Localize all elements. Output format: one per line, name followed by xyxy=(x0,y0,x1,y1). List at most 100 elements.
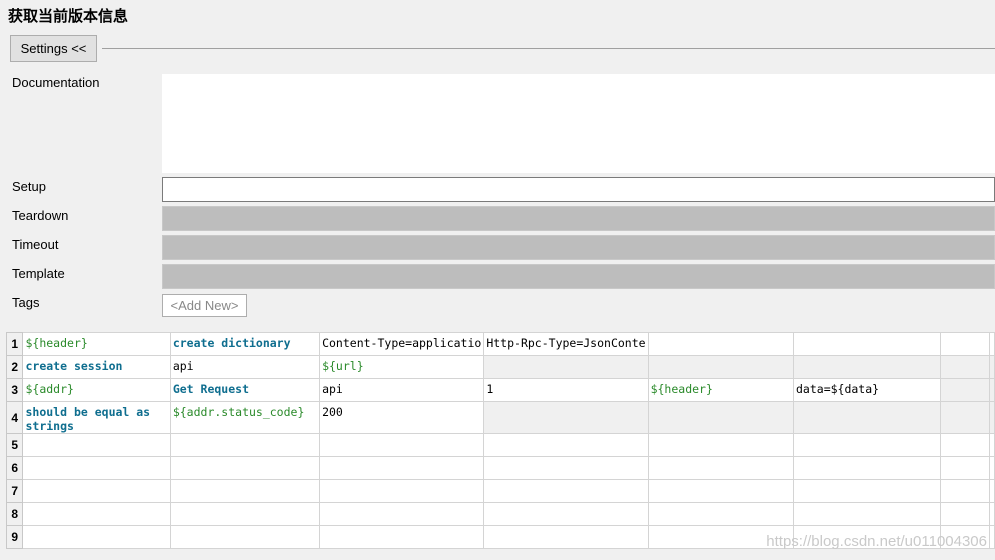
grid-cell[interactable] xyxy=(989,456,995,480)
watermark: https://blog.csdn.net/u011004306 xyxy=(766,533,987,550)
add-new-tag-button[interactable]: <Add New> xyxy=(162,294,247,317)
grid-cell[interactable] xyxy=(647,332,795,356)
grid-cell[interactable] xyxy=(647,456,795,480)
grid-cell[interactable]: ${header} xyxy=(647,378,795,402)
grid-cell[interactable] xyxy=(169,525,321,549)
grid-cell[interactable] xyxy=(989,479,995,503)
grid-cell[interactable]: 200 xyxy=(319,401,485,434)
grid-cell[interactable] xyxy=(939,502,991,526)
grid-cell[interactable] xyxy=(793,332,941,356)
timeout-label: Timeout xyxy=(12,237,59,252)
grid-cell[interactable] xyxy=(939,433,991,457)
grid-cell[interactable]: Get Request xyxy=(169,378,321,402)
grid-cell[interactable] xyxy=(989,433,995,457)
grid-cell[interactable] xyxy=(319,433,485,457)
grid-cell[interactable] xyxy=(989,355,995,379)
grid-cell[interactable]: data=${data} xyxy=(793,378,941,402)
row-number[interactable]: 7 xyxy=(5,479,24,503)
grid-cell[interactable] xyxy=(483,502,649,526)
grid-cell[interactable] xyxy=(793,355,941,379)
tags-label: Tags xyxy=(12,295,40,310)
grid-cell[interactable] xyxy=(647,479,795,503)
grid-cell[interactable] xyxy=(319,525,485,549)
grid-cell[interactable] xyxy=(483,479,649,503)
grid-cell[interactable] xyxy=(989,502,995,526)
row-number[interactable]: 5 xyxy=(5,433,24,457)
grid-cell[interactable] xyxy=(989,401,995,434)
row-number[interactable]: 8 xyxy=(5,502,24,526)
grid-cell[interactable] xyxy=(939,456,991,480)
grid-cell[interactable] xyxy=(939,355,991,379)
setup-label: Setup xyxy=(12,179,46,194)
grid-cell[interactable] xyxy=(647,502,795,526)
grid-cell[interactable] xyxy=(939,332,991,356)
grid-cell[interactable]: ${url} xyxy=(319,355,485,379)
grid-cell[interactable] xyxy=(989,332,995,356)
grid-cell[interactable] xyxy=(793,479,941,503)
grid-row: 5 xyxy=(5,433,995,457)
grid-row: 3 ${addr} Get Request api 1 ${header} data=${d… xyxy=(5,378,995,402)
grid-cell[interactable] xyxy=(647,433,795,457)
template-field[interactable] xyxy=(162,264,995,289)
grid-cell[interactable] xyxy=(169,456,321,480)
grid-cell[interactable] xyxy=(169,479,321,503)
grid-cell[interactable] xyxy=(22,479,171,503)
grid-cell[interactable] xyxy=(989,378,995,402)
grid-cell[interactable] xyxy=(647,401,795,434)
documentation-label: Documentation xyxy=(12,75,100,90)
grid-cell[interactable] xyxy=(793,401,941,434)
grid-cell[interactable]: Content-Type=applicatio xyxy=(319,332,485,356)
grid-cell[interactable] xyxy=(483,456,649,480)
row-number[interactable]: 3 xyxy=(5,378,24,402)
grid-cell[interactable] xyxy=(22,456,171,480)
template-label: Template xyxy=(12,266,65,281)
test-case-title: 获取当前版本信息 xyxy=(8,7,129,25)
grid-cell[interactable] xyxy=(647,355,795,379)
teardown-field[interactable] xyxy=(162,206,995,231)
grid-cell[interactable] xyxy=(939,401,991,434)
grid-cell[interactable] xyxy=(319,479,485,503)
grid-cell[interactable] xyxy=(939,378,991,402)
grid-cell[interactable] xyxy=(483,355,649,379)
grid-cell[interactable] xyxy=(169,433,321,457)
grid-cell[interactable] xyxy=(939,479,991,503)
grid-cell[interactable]: ${addr.status_code} xyxy=(169,401,321,434)
grid-cell[interactable] xyxy=(989,525,995,549)
settings-divider xyxy=(102,48,995,49)
row-number[interactable]: 9 xyxy=(5,525,24,549)
grid-cell[interactable]: Http-Rpc-Type=JsonConte xyxy=(483,332,649,356)
grid-row: 7 xyxy=(5,479,995,503)
grid-cell[interactable] xyxy=(793,433,941,457)
grid-cell[interactable] xyxy=(22,525,171,549)
grid-cell[interactable] xyxy=(319,456,485,480)
grid-cell[interactable] xyxy=(483,401,649,434)
grid-cell[interactable]: api xyxy=(169,355,321,379)
grid-cell[interactable] xyxy=(319,502,485,526)
grid-cell[interactable]: ${addr} xyxy=(22,378,171,402)
grid-cell[interactable]: create session xyxy=(22,355,171,379)
grid-cell[interactable]: 1 xyxy=(483,378,649,402)
setup-field[interactable] xyxy=(162,177,995,202)
timeout-field[interactable] xyxy=(162,235,995,260)
row-number[interactable]: 6 xyxy=(5,456,24,480)
grid-cell[interactable] xyxy=(169,502,321,526)
grid-cell[interactable]: api xyxy=(319,378,485,402)
grid-row: 2 create session api ${url} xyxy=(5,355,995,379)
row-number[interactable]: 2 xyxy=(5,355,24,379)
grid-cell[interactable]: create dictionary xyxy=(169,332,321,356)
grid-cell[interactable] xyxy=(483,525,649,549)
grid-cell[interactable] xyxy=(22,433,171,457)
grid-cell[interactable] xyxy=(793,502,941,526)
teardown-label: Teardown xyxy=(12,208,69,223)
grid-row: 4 should be equal as strings ${addr.status… xyxy=(5,401,995,434)
grid-row: 8 xyxy=(5,502,995,526)
grid-cell[interactable]: ${header} xyxy=(22,332,171,356)
grid-cell[interactable]: should be equal as strings xyxy=(22,401,171,434)
row-number[interactable]: 4 xyxy=(5,401,24,434)
row-number[interactable]: 1 xyxy=(5,332,24,356)
grid-cell[interactable] xyxy=(483,433,649,457)
documentation-field[interactable] xyxy=(162,74,995,173)
settings-toggle-button[interactable]: Settings << xyxy=(10,35,97,62)
grid-cell[interactable] xyxy=(793,456,941,480)
grid-cell[interactable] xyxy=(22,502,171,526)
